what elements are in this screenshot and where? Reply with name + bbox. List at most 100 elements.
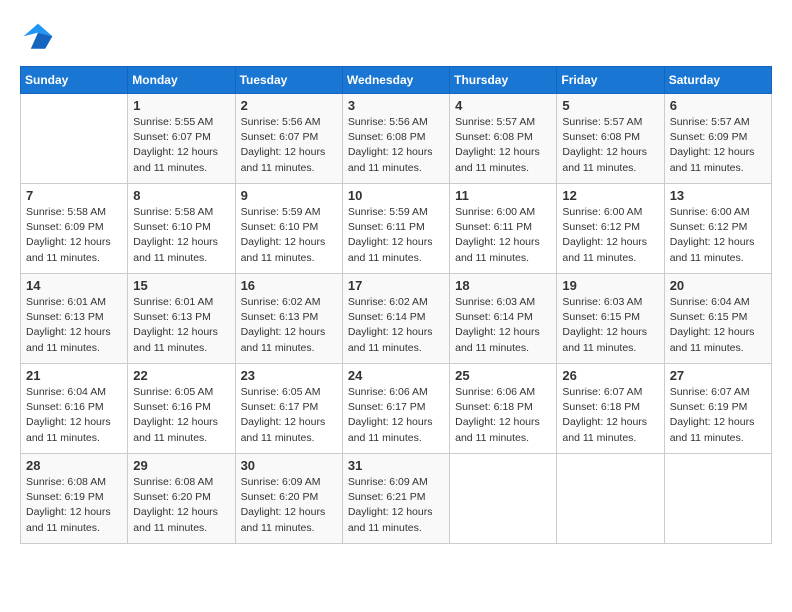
- calendar-cell: 8 Sunrise: 5:58 AMSunset: 6:10 PMDaylight…: [128, 184, 235, 274]
- calendar-cell: 19 Sunrise: 6:03 AMSunset: 6:15 PMDayligh…: [557, 274, 664, 364]
- day-info: Sunrise: 5:58 AMSunset: 6:09 PMDaylight:…: [26, 205, 122, 266]
- day-number: 7: [26, 188, 122, 203]
- day-number: 3: [348, 98, 444, 113]
- day-number: 13: [670, 188, 766, 203]
- day-number: 18: [455, 278, 551, 293]
- day-number: 23: [241, 368, 337, 383]
- page-header: [20, 20, 772, 56]
- calendar-cell: 23 Sunrise: 6:05 AMSunset: 6:17 PMDayligh…: [235, 364, 342, 454]
- day-number: 29: [133, 458, 229, 473]
- weekday-header-friday: Friday: [557, 67, 664, 94]
- day-info: Sunrise: 6:04 AMSunset: 6:16 PMDaylight:…: [26, 385, 122, 446]
- calendar-cell: 31 Sunrise: 6:09 AMSunset: 6:21 PMDayligh…: [342, 454, 449, 544]
- day-info: Sunrise: 6:08 AMSunset: 6:19 PMDaylight:…: [26, 475, 122, 536]
- logo: [20, 20, 60, 56]
- day-number: 31: [348, 458, 444, 473]
- day-info: Sunrise: 6:07 AMSunset: 6:18 PMDaylight:…: [562, 385, 658, 446]
- calendar-cell: [450, 454, 557, 544]
- calendar-week-3: 14 Sunrise: 6:01 AMSunset: 6:13 PMDayligh…: [21, 274, 772, 364]
- calendar-cell: [557, 454, 664, 544]
- weekday-header-wednesday: Wednesday: [342, 67, 449, 94]
- day-info: Sunrise: 6:03 AMSunset: 6:14 PMDaylight:…: [455, 295, 551, 356]
- day-info: Sunrise: 6:09 AMSunset: 6:21 PMDaylight:…: [348, 475, 444, 536]
- calendar-cell: 24Sunrise: 6:06 AMSunset: 6:17 PMDayligh…: [342, 364, 449, 454]
- day-number: 25: [455, 368, 551, 383]
- calendar-cell: 21 Sunrise: 6:04 AMSunset: 6:16 PMDayligh…: [21, 364, 128, 454]
- calendar-cell: 26 Sunrise: 6:07 AMSunset: 6:18 PMDayligh…: [557, 364, 664, 454]
- day-number: 26: [562, 368, 658, 383]
- day-info: Sunrise: 6:05 AMSunset: 6:16 PMDaylight:…: [133, 385, 229, 446]
- day-info: Sunrise: 6:00 AMSunset: 6:12 PMDaylight:…: [562, 205, 658, 266]
- calendar-cell: 11 Sunrise: 6:00 AMSunset: 6:11 PMDayligh…: [450, 184, 557, 274]
- weekday-header-monday: Monday: [128, 67, 235, 94]
- calendar-cell: 5 Sunrise: 5:57 AMSunset: 6:08 PMDaylight…: [557, 94, 664, 184]
- calendar-cell: 27 Sunrise: 6:07 AMSunset: 6:19 PMDayligh…: [664, 364, 771, 454]
- day-info: Sunrise: 6:01 AMSunset: 6:13 PMDaylight:…: [26, 295, 122, 356]
- calendar-cell: 9Sunrise: 5:59 AMSunset: 6:10 PMDaylight…: [235, 184, 342, 274]
- day-info: Sunrise: 6:09 AMSunset: 6:20 PMDaylight:…: [241, 475, 337, 536]
- day-number: 11: [455, 188, 551, 203]
- calendar-cell: 3 Sunrise: 5:56 AMSunset: 6:08 PMDaylight…: [342, 94, 449, 184]
- weekday-header-sunday: Sunday: [21, 67, 128, 94]
- calendar-header: SundayMondayTuesdayWednesdayThursdayFrid…: [21, 67, 772, 94]
- calendar-cell: 14 Sunrise: 6:01 AMSunset: 6:13 PMDayligh…: [21, 274, 128, 364]
- calendar-cell: 16Sunrise: 6:02 AMSunset: 6:13 PMDayligh…: [235, 274, 342, 364]
- calendar-cell: 22 Sunrise: 6:05 AMSunset: 6:16 PMDayligh…: [128, 364, 235, 454]
- calendar-cell: 7 Sunrise: 5:58 AMSunset: 6:09 PMDaylight…: [21, 184, 128, 274]
- day-number: 5: [562, 98, 658, 113]
- day-number: 4: [455, 98, 551, 113]
- day-number: 14: [26, 278, 122, 293]
- calendar-week-2: 7 Sunrise: 5:58 AMSunset: 6:09 PMDaylight…: [21, 184, 772, 274]
- calendar-cell: 30 Sunrise: 6:09 AMSunset: 6:20 PMDayligh…: [235, 454, 342, 544]
- day-number: 24: [348, 368, 444, 383]
- day-number: 10: [348, 188, 444, 203]
- day-number: 27: [670, 368, 766, 383]
- day-info: Sunrise: 5:56 AMSunset: 6:08 PMDaylight:…: [348, 115, 444, 176]
- calendar-cell: 4 Sunrise: 5:57 AMSunset: 6:08 PMDaylight…: [450, 94, 557, 184]
- day-number: 19: [562, 278, 658, 293]
- calendar-cell: 12 Sunrise: 6:00 AMSunset: 6:12 PMDayligh…: [557, 184, 664, 274]
- day-number: 1: [133, 98, 229, 113]
- day-info: Sunrise: 5:57 AMSunset: 6:08 PMDaylight:…: [562, 115, 658, 176]
- day-info: Sunrise: 6:02 AMSunset: 6:14 PMDaylight:…: [348, 295, 444, 356]
- day-number: 15: [133, 278, 229, 293]
- day-info: Sunrise: 5:59 AMSunset: 6:11 PMDaylight:…: [348, 205, 444, 266]
- day-number: 30: [241, 458, 337, 473]
- day-info: Sunrise: 6:00 AMSunset: 6:12 PMDaylight:…: [670, 205, 766, 266]
- day-info: Sunrise: 6:00 AMSunset: 6:11 PMDaylight:…: [455, 205, 551, 266]
- logo-icon: [20, 20, 56, 56]
- day-info: Sunrise: 6:05 AMSunset: 6:17 PMDaylight:…: [241, 385, 337, 446]
- day-info: Sunrise: 6:07 AMSunset: 6:19 PMDaylight:…: [670, 385, 766, 446]
- calendar-cell: 17Sunrise: 6:02 AMSunset: 6:14 PMDayligh…: [342, 274, 449, 364]
- calendar-cell: 1Sunrise: 5:55 AMSunset: 6:07 PMDaylight…: [128, 94, 235, 184]
- day-info: Sunrise: 5:58 AMSunset: 6:10 PMDaylight:…: [133, 205, 229, 266]
- calendar-cell: 18 Sunrise: 6:03 AMSunset: 6:14 PMDayligh…: [450, 274, 557, 364]
- calendar-cell: 15 Sunrise: 6:01 AMSunset: 6:13 PMDayligh…: [128, 274, 235, 364]
- weekday-header-saturday: Saturday: [664, 67, 771, 94]
- day-info: Sunrise: 5:59 AMSunset: 6:10 PMDaylight:…: [241, 205, 337, 266]
- day-number: 12: [562, 188, 658, 203]
- calendar-cell: 10 Sunrise: 5:59 AMSunset: 6:11 PMDayligh…: [342, 184, 449, 274]
- calendar-cell: 29 Sunrise: 6:08 AMSunset: 6:20 PMDayligh…: [128, 454, 235, 544]
- calendar-cell: 2Sunrise: 5:56 AMSunset: 6:07 PMDaylight…: [235, 94, 342, 184]
- day-info: Sunrise: 6:01 AMSunset: 6:13 PMDaylight:…: [133, 295, 229, 356]
- calendar-cell: 20 Sunrise: 6:04 AMSunset: 6:15 PMDayligh…: [664, 274, 771, 364]
- day-number: 8: [133, 188, 229, 203]
- day-number: 20: [670, 278, 766, 293]
- calendar-body: 1Sunrise: 5:55 AMSunset: 6:07 PMDaylight…: [21, 94, 772, 544]
- day-info: Sunrise: 6:02 AMSunset: 6:13 PMDaylight:…: [241, 295, 337, 356]
- day-info: Sunrise: 6:04 AMSunset: 6:15 PMDaylight:…: [670, 295, 766, 356]
- calendar-cell: 6 Sunrise: 5:57 AMSunset: 6:09 PMDaylight…: [664, 94, 771, 184]
- day-number: 21: [26, 368, 122, 383]
- day-info: Sunrise: 5:57 AMSunset: 6:08 PMDaylight:…: [455, 115, 551, 176]
- calendar-week-5: 28 Sunrise: 6:08 AMSunset: 6:19 PMDayligh…: [21, 454, 772, 544]
- day-info: Sunrise: 5:57 AMSunset: 6:09 PMDaylight:…: [670, 115, 766, 176]
- day-info: Sunrise: 6:06 AMSunset: 6:18 PMDaylight:…: [455, 385, 551, 446]
- calendar-cell: 25 Sunrise: 6:06 AMSunset: 6:18 PMDayligh…: [450, 364, 557, 454]
- day-number: 22: [133, 368, 229, 383]
- day-info: Sunrise: 6:03 AMSunset: 6:15 PMDaylight:…: [562, 295, 658, 356]
- calendar-week-1: 1Sunrise: 5:55 AMSunset: 6:07 PMDaylight…: [21, 94, 772, 184]
- day-number: 6: [670, 98, 766, 113]
- day-info: Sunrise: 6:08 AMSunset: 6:20 PMDaylight:…: [133, 475, 229, 536]
- day-number: 28: [26, 458, 122, 473]
